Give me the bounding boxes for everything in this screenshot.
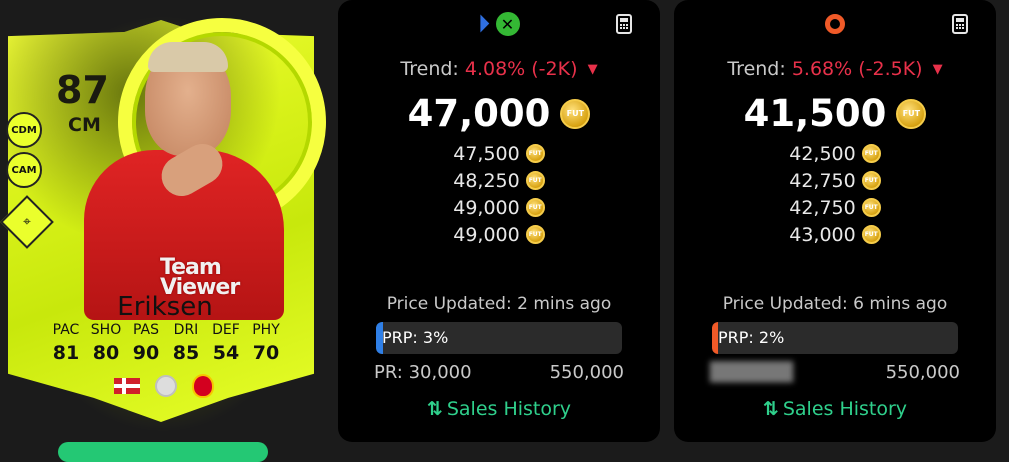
price-row: 47,500 FUT: [453, 140, 545, 167]
platform-icons: ⏵ ✕: [338, 12, 660, 38]
prp-bar: PRP: 2%: [712, 322, 958, 354]
trend-value: 5.68% (-2.5K): [791, 58, 923, 80]
stat-pas: PAS 90: [132, 322, 160, 364]
price-range: PR: 30,000 550,000: [374, 362, 624, 383]
prp-label: PRP: 3%: [382, 328, 449, 347]
price-range: ██████ 550,000: [710, 362, 960, 383]
manchester-united-crest-icon: [192, 374, 214, 398]
price-updated: Price Updated: 6 mins ago: [722, 294, 948, 314]
coin-icon: FUT: [861, 225, 881, 244]
calculator-icon[interactable]: [616, 14, 632, 34]
sales-history-link[interactable]: ⇅ Sales History: [674, 398, 996, 420]
trend-value: 4.08% (-2K): [464, 58, 578, 80]
price-row: 49,000 FUT: [453, 221, 545, 248]
trend-down-icon: ▼: [932, 62, 943, 77]
trend: Trend: 5.68% (-2.5K) ▼: [727, 58, 943, 80]
price-row: 49,000 FUT: [453, 194, 545, 221]
price-row: 48,250 FUT: [453, 167, 545, 194]
price-range-min: PR: 30,000: [374, 362, 472, 383]
console-price-panel: ⏵ ✕ Trend: 4.08% (-2K) ▼ 47,000 FUT 47,5…: [338, 0, 660, 442]
player-rating: 87: [56, 68, 109, 112]
stat-def: DEF 54: [212, 322, 240, 364]
coin-icon: FUT: [525, 198, 545, 217]
card-badges: [114, 374, 214, 398]
player-card[interactable]: Team Viewer 87 CM CDM CAM ⌖ Eriksen PAC 8…: [0, 0, 330, 450]
sales-history-link[interactable]: ⇅ Sales History: [338, 398, 660, 420]
denmark-flag-icon: [114, 378, 140, 394]
player-name: Eriksen: [117, 292, 213, 322]
playstation-icon: ⏵: [478, 12, 490, 37]
price-range-max: 550,000: [549, 362, 624, 383]
coin-icon: FUT: [896, 98, 927, 129]
price-row: 42,500 FUT: [789, 140, 881, 167]
price-list: 42,500 FUT 42,750 FUT 42,750 FUT 43,000 FUT: [674, 140, 996, 248]
prp-bar: PRP: 3%: [376, 322, 622, 354]
sort-arrows-icon: ⇅: [426, 398, 443, 420]
coin-icon: FUT: [525, 225, 545, 244]
coin-icon: FUT: [861, 144, 881, 163]
price-row: 43,000 FUT: [789, 221, 881, 248]
trend: Trend: 4.08% (-2K) ▼: [400, 58, 598, 80]
stat-dri: DRI 85: [172, 322, 200, 364]
price-row: 42,750 FUT: [789, 167, 881, 194]
price-updated: Price Updated: 2 mins ago: [386, 294, 612, 314]
green-action-button[interactable]: [58, 442, 268, 462]
premier-league-icon: [155, 375, 177, 397]
stat-pac: PAC 81: [52, 322, 80, 364]
stat-sho: SHO 80: [90, 322, 122, 364]
price-list: 47,500 FUT 48,250 FUT 49,000 FUT 49,000 FUT: [338, 140, 660, 248]
coin-icon: FUT: [861, 171, 881, 190]
player-stats: PAC 81 SHO 80 PAS 90 DRI 85 DEF 54 PHY 70: [46, 322, 286, 364]
player-position: CM: [68, 114, 101, 136]
lowest-price: 41,500 FUT: [674, 92, 996, 135]
coin-icon: FUT: [525, 144, 545, 163]
sort-arrows-icon: ⇅: [762, 398, 779, 420]
platform-icons: [674, 12, 996, 34]
pc-price-panel: Trend: 5.68% (-2.5K) ▼ 41,500 FUT 42,500…: [674, 0, 996, 442]
price-row: 42,750 FUT: [789, 194, 881, 221]
coin-icon: FUT: [560, 98, 591, 129]
price-range-min-hidden: ██████: [710, 362, 794, 383]
price-range-max: 550,000: [885, 362, 960, 383]
coin-icon: FUT: [861, 198, 881, 217]
xbox-icon: ✕: [495, 12, 520, 36]
coin-icon: FUT: [525, 171, 545, 190]
lowest-price: 47,000 FUT: [338, 92, 660, 135]
trend-down-icon: ▼: [587, 62, 598, 77]
stat-phy: PHY 70: [252, 322, 280, 364]
alt-position-badge-cam: CAM: [6, 152, 42, 188]
alt-position-badge-cdm: CDM: [6, 112, 42, 148]
calculator-icon[interactable]: [952, 14, 968, 34]
prp-label: PRP: 2%: [718, 328, 785, 347]
origin-icon: [825, 14, 845, 34]
